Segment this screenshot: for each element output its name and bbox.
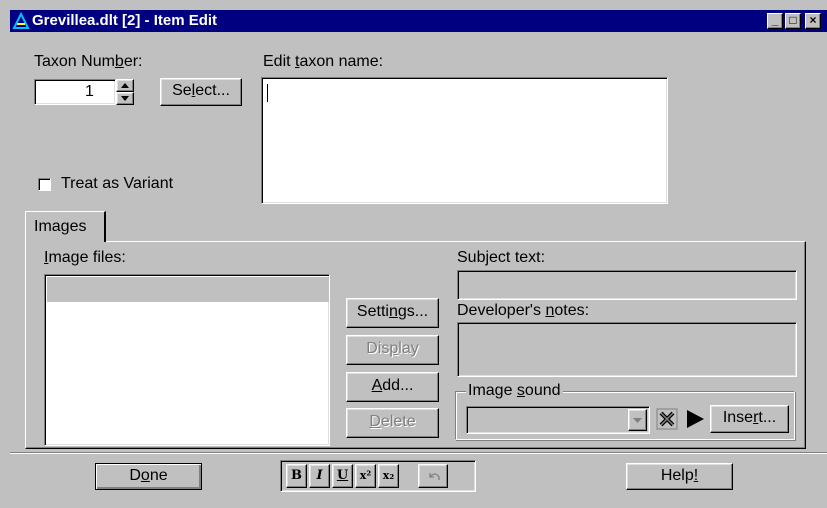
bold-button[interactable]: B <box>286 464 307 488</box>
spin-up-button[interactable] <box>116 79 134 92</box>
image-files-label: Image files: <box>44 249 126 266</box>
taxon-number-label: Taxon Number: <box>34 53 143 70</box>
delete-button[interactable]: Delete <box>346 408 439 438</box>
tab-images-label: Images <box>34 218 87 235</box>
arrow-down-icon <box>121 96 129 101</box>
taxon-name-textarea[interactable] <box>261 77 668 204</box>
developers-notes-textarea[interactable] <box>457 322 797 377</box>
item-edit-window: Grevillea.dlt [2] - Item Edit _ □ × Taxo… <box>0 0 827 508</box>
insert-button[interactable]: Insert... <box>710 405 789 433</box>
image-files-list-header <box>47 277 329 302</box>
spin-down-button[interactable] <box>116 92 134 105</box>
minimize-button[interactable]: _ <box>767 13 783 29</box>
taxon-number-input[interactable]: 1 <box>34 79 116 105</box>
subscript-button[interactable]: x₂ <box>378 464 399 488</box>
app-icon <box>12 12 30 29</box>
arrow-up-icon <box>121 83 129 88</box>
taxon-number-value: 1 <box>85 83 94 100</box>
treat-as-variant-label: Treat as Variant <box>61 175 174 192</box>
window-title: Grevillea.dlt [2] - Item Edit <box>32 12 218 29</box>
footer-separator <box>10 452 827 454</box>
add-button[interactable]: Add... <box>346 372 439 402</box>
tab-images[interactable]: Images <box>25 211 106 242</box>
chevron-down-icon <box>633 418 642 423</box>
image-sound-label: Image sound <box>466 382 563 400</box>
subject-text-label: Subject text: <box>457 249 546 266</box>
maximize-button[interactable]: □ <box>785 13 801 29</box>
italic-button[interactable]: I <box>309 464 330 488</box>
undo-button[interactable] <box>418 464 448 488</box>
dropdown-button[interactable] <box>628 409 647 431</box>
title-bar[interactable]: Grevillea.dlt [2] - Item Edit _ □ × <box>10 10 827 32</box>
developers-notes-label: Developer's notes: <box>457 302 590 319</box>
treat-as-variant-checkbox[interactable] <box>38 178 51 191</box>
maximize-icon: □ <box>789 13 797 27</box>
image-sound-dropdown[interactable] <box>466 406 650 434</box>
clear-sound-icon[interactable] <box>656 408 678 430</box>
image-files-list[interactable] <box>44 274 330 446</box>
underline-button[interactable]: U <box>332 464 353 488</box>
display-button[interactable]: Display <box>346 335 439 365</box>
text-caret <box>267 84 268 102</box>
minimize-icon: _ <box>771 13 779 27</box>
close-button[interactable]: × <box>805 13 821 29</box>
superscript-button[interactable]: x² <box>355 464 376 488</box>
done-button[interactable]: Done <box>95 463 202 490</box>
settings-button[interactable]: Settings... <box>346 298 439 328</box>
select-button[interactable]: Select... <box>160 78 242 106</box>
play-icon[interactable] <box>684 408 706 430</box>
close-icon: × <box>809 13 817 27</box>
edit-taxon-name-label: Edit taxon name: <box>263 53 384 70</box>
help-button[interactable]: Help! <box>626 463 733 490</box>
images-tab-panel: Image files: Settings... Display Add... … <box>25 241 806 449</box>
subject-text-input[interactable] <box>457 270 797 300</box>
format-toolbar: B I U x² x₂ <box>280 460 476 492</box>
undo-icon <box>429 473 440 480</box>
